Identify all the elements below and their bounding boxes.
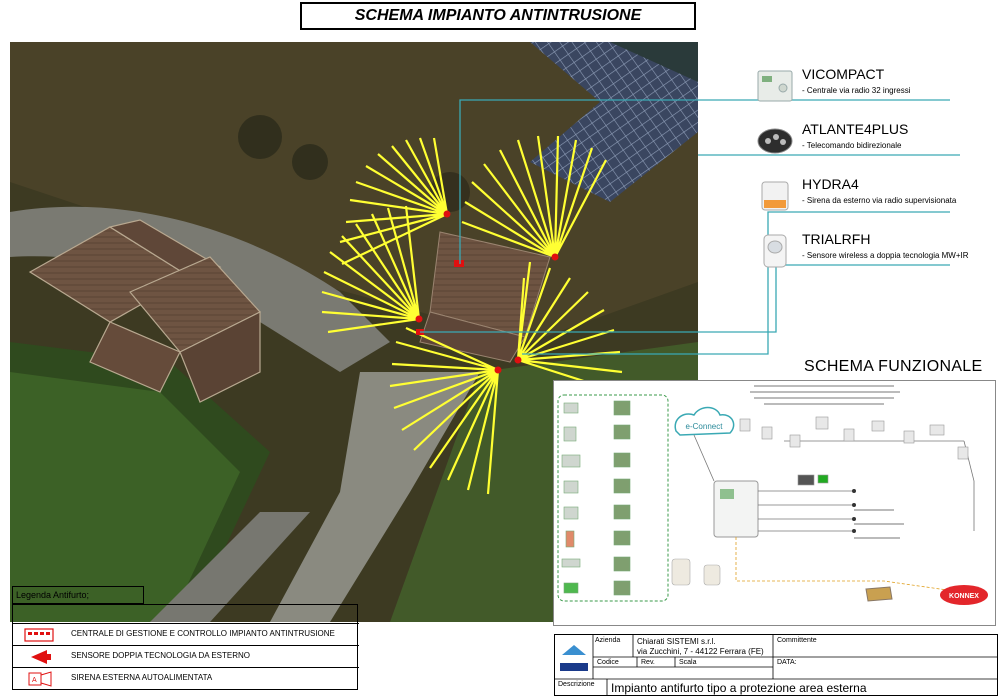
device-atlante4plus: ATLANTE4PLUS - Telecomando bidirezionale	[756, 121, 998, 161]
legend: Legenda Antifurto; CENTRALE DI GESTIONE …	[12, 586, 359, 690]
legend-header: Legenda Antifurto;	[12, 586, 144, 604]
device-hydra4: HYDRA4 - Sirena da esterno via radio sup…	[756, 176, 998, 216]
svg-text:A: A	[32, 677, 37, 684]
company-logo-icon	[560, 645, 588, 671]
device-name: VICOMPACT	[802, 66, 885, 82]
legend-row-control-panel: CENTRALE DI GESTIONE E CONTROLLO IMPIANT…	[13, 623, 359, 645]
remote-control-icon	[757, 128, 793, 154]
scala-label: Scala	[679, 659, 697, 666]
konnex-badge: KONNEX	[940, 585, 988, 605]
device-description: - Sirena da esterno via radio supervisio…	[802, 196, 957, 205]
device-vicompact: VICOMPACT - Centrale via radio 32 ingres…	[756, 66, 998, 106]
data-label: DATA:	[777, 659, 797, 666]
legend-frame: CENTRALE DI GESTIONE E CONTROLLO IMPIANT…	[12, 604, 359, 690]
azienda-label: Azienda	[595, 637, 621, 644]
siren-icon	[761, 181, 789, 211]
company-address: via Zucchini, 7 - 44122 Ferrara (FE)	[637, 647, 764, 656]
committente-label: Committente	[777, 637, 817, 644]
legend-label: SIRENA ESTERNA AUTOALIMENTATA	[71, 673, 213, 682]
e-connect-label: e-Connect	[686, 422, 724, 431]
device-name: TRIALRFH	[802, 231, 871, 247]
functional-schema-drawing: e-Connect KONNEX	[557, 385, 988, 605]
rev-label: Rev.	[641, 659, 655, 666]
codice-label: Codice	[597, 659, 619, 666]
functional-schema-diagram: e-Connect KONNEX	[553, 380, 996, 626]
legend-label: SENSORE DOPPIA TECNOLOGIA DA ESTERNO	[71, 651, 251, 660]
sensor-symbol-icon	[31, 650, 51, 664]
e-connect-cloud: e-Connect	[674, 406, 735, 436]
motion-sensor-icon	[763, 234, 787, 268]
title-block: Azienda Chiarati SISTEMI s.r.l. via Zucc…	[554, 634, 998, 696]
descrizione-label: Descrizione	[558, 681, 595, 688]
drawing-description: Impianto antifurto tipo a protezione are…	[611, 681, 867, 695]
legend-row-sensor: SENSORE DOPPIA TECNOLOGIA DA ESTERNO	[13, 645, 359, 667]
control-panel-symbol-icon	[24, 628, 54, 642]
company-name: Chiarati SISTEMI s.r.l.	[637, 637, 716, 646]
device-description: - Telecomando bidirezionale	[802, 141, 902, 150]
control-panel-icon	[757, 70, 793, 102]
legend-label: CENTRALE DI GESTIONE E CONTROLLO IMPIANT…	[71, 629, 335, 638]
device-name: HYDRA4	[802, 176, 859, 192]
siren-symbol-icon: A	[28, 671, 52, 687]
konnex-label: KONNEX	[949, 593, 979, 600]
device-description: - Sensore wireless a doppia tecnologia M…	[802, 251, 969, 260]
functional-schema-title: SCHEMA FUNZIONALE	[804, 358, 983, 375]
device-name: ATLANTE4PLUS	[802, 121, 909, 137]
device-description: - Centrale via radio 32 ingressi	[802, 86, 911, 95]
device-trialrfh: TRIALRFH - Sensore wireless a doppia tec…	[756, 231, 998, 271]
legend-row-siren: A SIRENA ESTERNA AUTOALIMENTATA	[13, 667, 359, 689]
